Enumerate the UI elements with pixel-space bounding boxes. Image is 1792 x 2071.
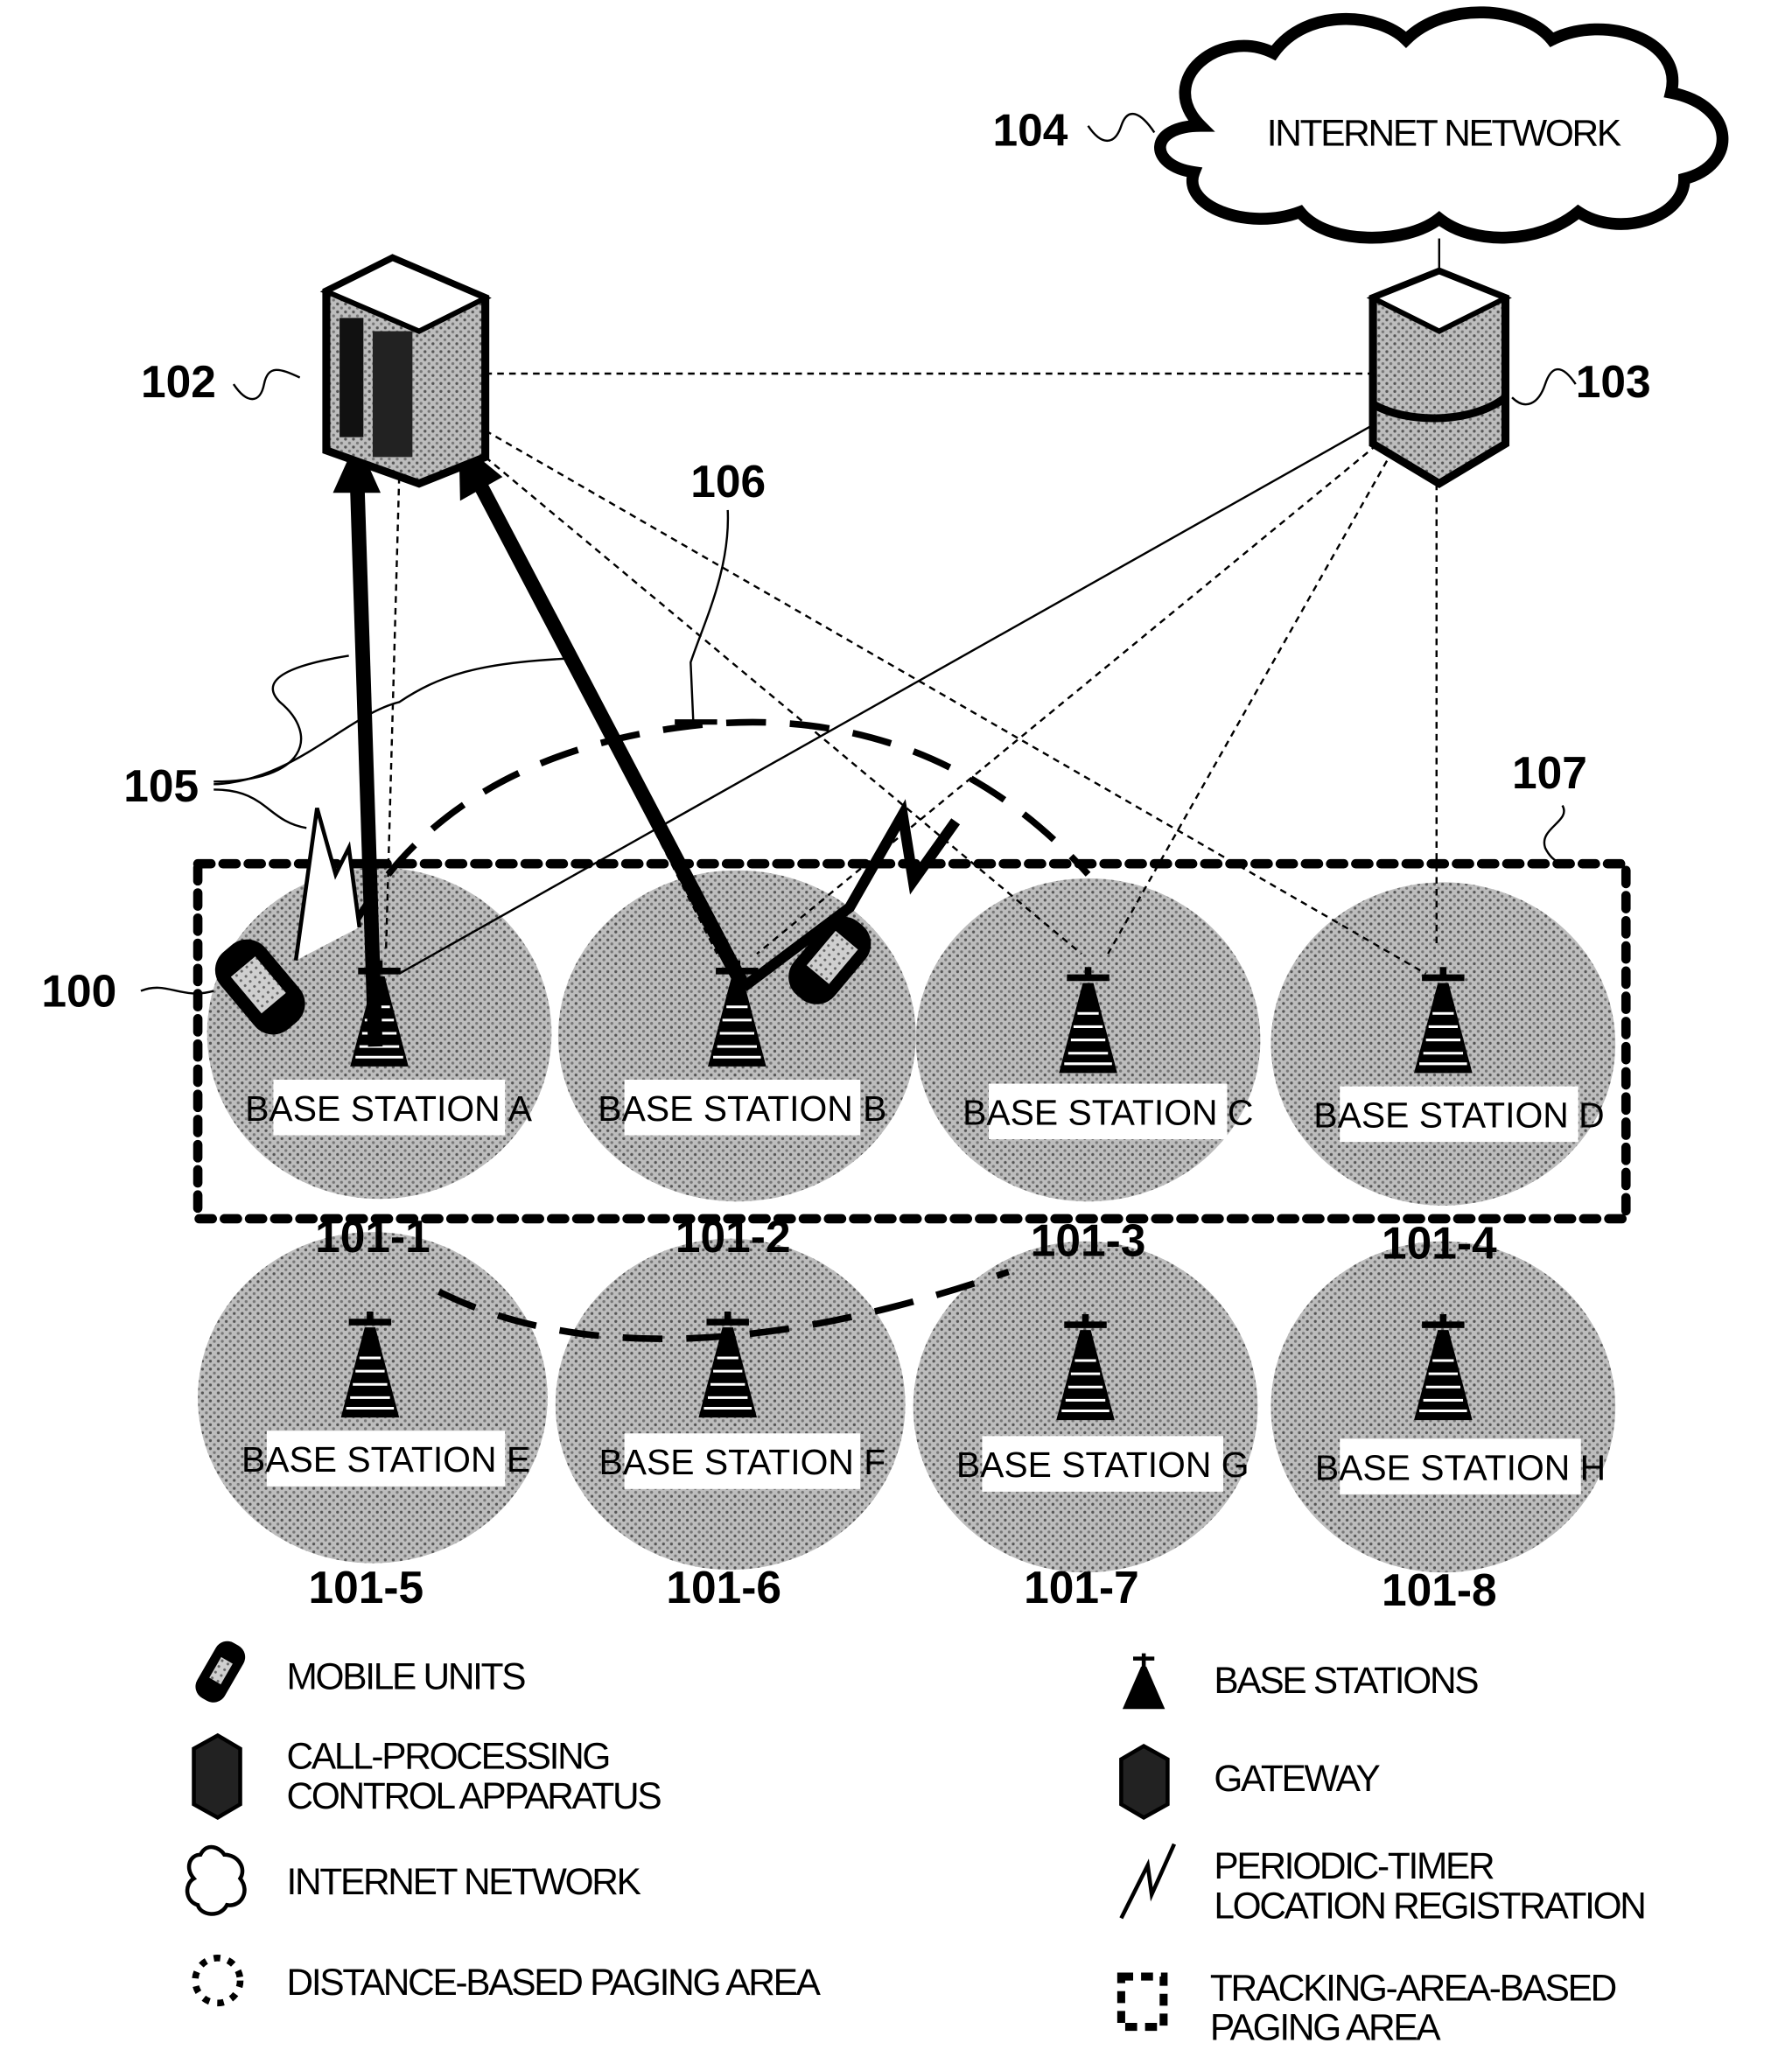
ref-101-4: 101-4 (1382, 1217, 1497, 1268)
gateway-icon (1119, 1743, 1170, 1820)
legend-label-tracking-2: PAGING AREA (1210, 2007, 1442, 2048)
legend-label-periodic-1: PERIODIC-TIMER (1214, 1845, 1494, 1886)
legend-label-call-processing-2: CONTROL APPARATUS (287, 1775, 662, 1816)
station-label-h: BASE STATION H (1315, 1447, 1606, 1487)
ref-100: 100 (41, 966, 116, 1017)
legend-label-base-stations: BASE STATIONS (1214, 1660, 1478, 1701)
legend-label-mobile-units: MOBILE UNITS (287, 1655, 526, 1697)
station-label-g: BASE STATION G (956, 1445, 1250, 1485)
ref-101-8: 101-8 (1382, 1564, 1497, 1615)
internet-cloud-label: INTERNET NETWORK (1267, 113, 1621, 154)
legend-item-base-stations: BASE STATIONS (1122, 1653, 1480, 1710)
tower-icon (1122, 1653, 1166, 1710)
ref-104: 104 (993, 105, 1068, 156)
call-processing-apparatus (319, 254, 492, 488)
legend-label-distance-area: DISTANCE-BASED PAGING AREA (287, 1962, 822, 2003)
ref-103: 103 (1576, 356, 1651, 407)
patent-figure: BASE STATION A BASE STATION B BASE STATI… (0, 0, 1792, 2067)
ref-102: 102 (141, 356, 216, 407)
station-label-d: BASE STATION D (1313, 1095, 1604, 1136)
gateway (1366, 267, 1512, 488)
legend-label-tracking-1: TRACKING-AREA-BASED (1210, 1967, 1616, 2008)
station-label-c: BASE STATION C (962, 1092, 1253, 1132)
legend-item-periodic-registration: PERIODIC-TIMER LOCATION REGISTRATION (1119, 1843, 1647, 1926)
server-icon (192, 1732, 242, 1820)
lightning-bolt-icon (1119, 1843, 1177, 1920)
ref-107: 107 (1512, 747, 1587, 798)
legend-label-gateway: GATEWAY (1214, 1758, 1380, 1799)
legend-item-tracking-area: TRACKING-AREA-BASED PAGING AREA (1116, 1967, 1618, 2048)
station-label-e: BASE STATION E (242, 1439, 530, 1480)
ref-101-3: 101-3 (1031, 1214, 1146, 1265)
ref-105: 105 (123, 760, 199, 811)
station-label-f: BASE STATION F (598, 1442, 886, 1482)
mobile-phone-icon (195, 1641, 246, 1703)
ref-101-6: 101-6 (666, 1562, 781, 1613)
ref-101-7: 101-7 (1024, 1562, 1139, 1613)
legend-item-mobile-units: MOBILE UNITS (195, 1641, 528, 1703)
legend-item-gateway: GATEWAY (1119, 1743, 1382, 1820)
legend-item-internet: INTERNET NETWORK (185, 1844, 643, 1916)
legend-label-periodic-2: LOCATION REGISTRATION (1214, 1885, 1644, 1926)
ref-101-1: 101-1 (315, 1211, 430, 1262)
ref-106: 106 (690, 456, 766, 507)
cloud-icon (185, 1844, 247, 1916)
station-label-a: BASE STATION A (245, 1088, 533, 1129)
ref-101-2: 101-2 (676, 1211, 791, 1262)
station-label-b: BASE STATION B (598, 1088, 886, 1129)
legend-item-call-processing: CALL-PROCESSING CONTROL APPARATUS (192, 1732, 663, 1820)
dotted-circle-icon (192, 1955, 244, 2007)
legend-item-distance-area: DISTANCE-BASED PAGING AREA (192, 1955, 823, 2007)
dashed-square-icon (1116, 1972, 1168, 2032)
legend-label-internet: INTERNET NETWORK (287, 1861, 641, 1902)
internet-network-cloud: INTERNET NETWORK (1154, 6, 1729, 244)
ref-101-5: 101-5 (309, 1562, 424, 1613)
legend: MOBILE UNITS CALL-PROCESSING CONTROL APP… (185, 1641, 1647, 2048)
legend-label-call-processing-1: CALL-PROCESSING (287, 1735, 610, 1776)
